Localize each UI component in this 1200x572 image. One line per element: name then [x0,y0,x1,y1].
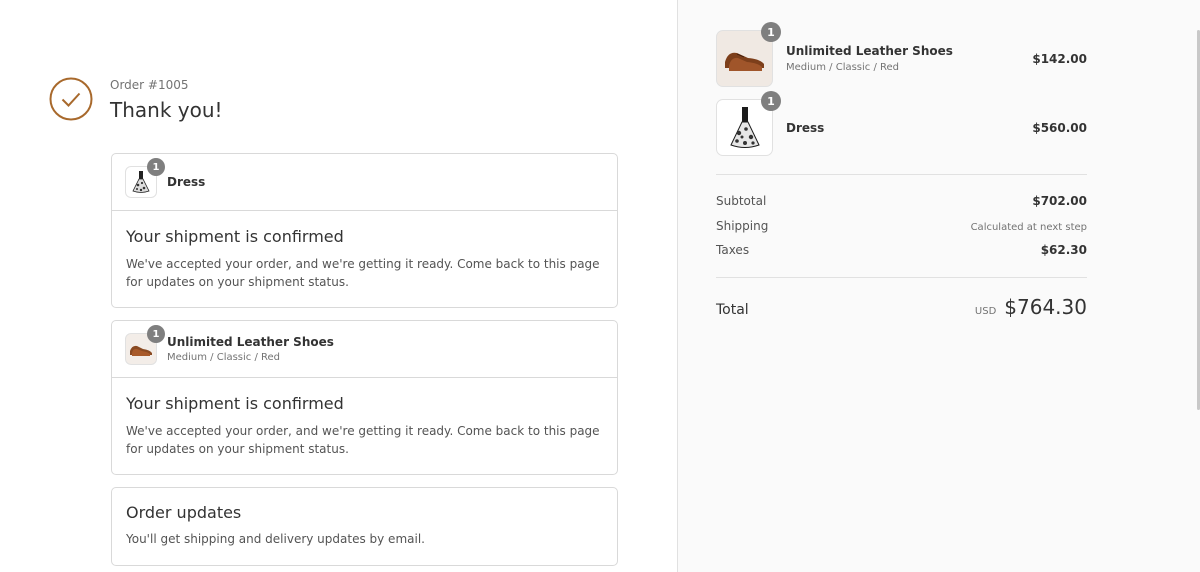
shipment-card-dress: 1 Dress Your shipment is confirmed We've… [111,153,618,308]
shipment-card-shoes: 1 Unlimited Leather Shoes Medium / Class… [111,320,618,475]
product-thumbnail: 1 [716,91,781,156]
product-thumbnail: 1 [125,325,165,365]
product-variant: Medium / Classic / Red [786,62,900,73]
dress-image [729,106,760,148]
subtotal-label: Subtotal [716,194,767,208]
shoe-image [130,345,152,356]
shipment-status-text: We've accepted your order, and we're get… [126,257,600,289]
checkmark-circle-icon [49,77,93,121]
order-updates-text: You'll get shipping and delivery updates… [126,532,425,546]
quantity-badge: 1 [147,158,165,176]
taxes-value: $62.30 [1040,243,1087,257]
shipment-status-text: We've accepted your order, and we're get… [126,424,600,456]
product-variant: Medium / Classic / Red [167,352,281,363]
shipment-status-title: Your shipment is confirmed [126,227,344,246]
shipping-value: Calculated at next step [970,222,1087,233]
divider [716,277,1087,278]
subtotal-row: Subtotal $702.00 [716,194,1087,208]
product-thumbnail: 1 [125,158,165,198]
quantity-badge: 1 [761,22,781,42]
shipment-card-body: Your shipment is confirmed We've accepte… [112,378,617,474]
order-number: Order #1005 [110,78,189,92]
shipment-card-header: 1 Dress [112,154,617,211]
order-updates-title: Order updates [126,503,242,522]
shipment-card-header: 1 Unlimited Leather Shoes Medium / Class… [112,321,617,378]
quantity-badge: 1 [147,325,165,343]
dress-image [132,171,150,193]
shoe-image [724,52,764,71]
summary-item: 1 Unlimited Leather Shoes Medium / Class… [716,22,1087,87]
quantity-badge: 1 [761,91,781,111]
product-price: $560.00 [1032,120,1087,135]
product-name: Dress [167,175,206,189]
subtotal-value: $702.00 [1032,194,1087,208]
divider [716,174,1087,175]
product-name: Unlimited Leather Shoes [786,44,953,58]
total-label: Total [716,302,749,318]
taxes-row: Taxes $62.30 [716,243,1087,257]
product-name: Unlimited Leather Shoes [167,335,334,349]
currency-code: USD [974,306,997,317]
order-updates-card: Order updates You'll get shipping and de… [111,487,618,566]
taxes-label: Taxes [716,243,750,257]
shipment-card-body: Your shipment is confirmed We've accepte… [112,211,617,307]
main-content: Order #1005 Thank you! 1 Dress Your ship… [0,0,677,572]
product-price: $142.00 [1032,51,1087,66]
total-amount: $764.30 [1004,295,1087,319]
product-name: Dress [786,120,825,135]
total-row: Total USD $764.30 [716,295,1087,319]
page-title: Thank you! [110,98,223,122]
product-thumbnail: 1 [716,22,781,87]
shipment-status-title: Your shipment is confirmed [126,394,344,413]
summary-item: 1 Dress $560.00 [716,91,1087,156]
shipping-row: Shipping Calculated at next step [716,219,1087,233]
order-summary-sidebar: 1 Unlimited Leather Shoes Medium / Class… [677,0,1200,572]
shipping-label: Shipping [716,219,769,233]
